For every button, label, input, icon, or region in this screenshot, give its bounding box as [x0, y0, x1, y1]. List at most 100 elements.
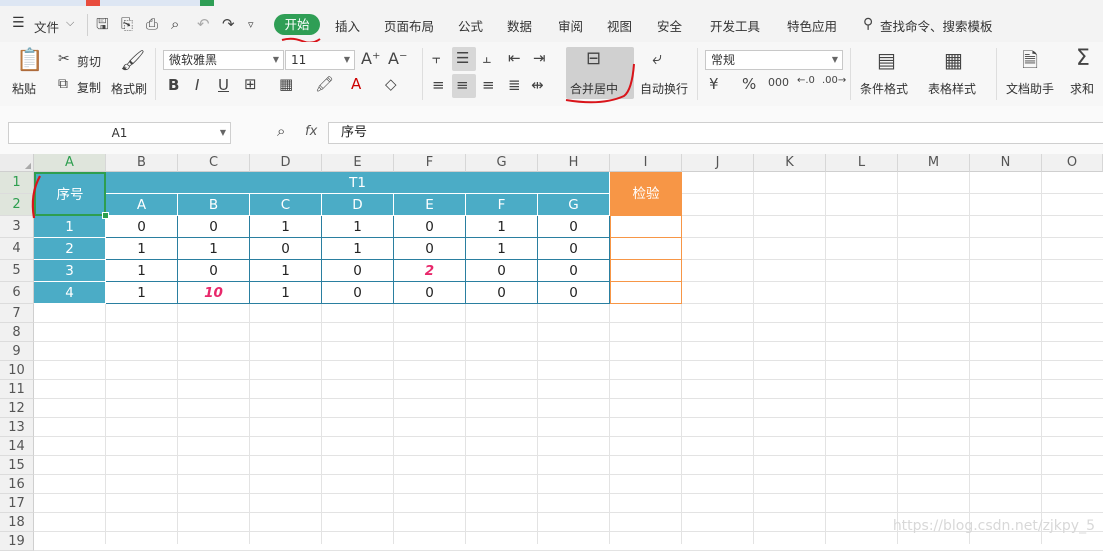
check-cell[interactable]	[610, 260, 682, 282]
tab-security[interactable]: 安全	[657, 16, 682, 35]
column-header-i[interactable]: I	[610, 154, 682, 172]
row-header[interactable]: 19	[0, 532, 34, 551]
decrease-font-icon[interactable]: A⁻	[388, 51, 407, 67]
doc-helper-icon[interactable]: 🗎	[1022, 50, 1038, 70]
data-cell[interactable]: 0	[538, 282, 610, 304]
row-header[interactable]: 18	[0, 513, 34, 532]
tab-home[interactable]: 开始	[274, 14, 320, 35]
search-icon[interactable]: ⚲	[863, 17, 873, 31]
increase-indent-icon[interactable]: ⇥	[533, 51, 546, 66]
conditional-format-button[interactable]: 条件格式	[860, 80, 908, 97]
sub-header-cell[interactable]: A	[106, 194, 178, 216]
row-header[interactable]: 11	[0, 380, 34, 399]
doc-helper-button[interactable]: 文档助手	[1006, 80, 1054, 97]
cell-style-icon[interactable]: ▦	[279, 77, 293, 92]
table-style-button[interactable]: 表格样式	[928, 80, 976, 97]
percent-icon[interactable]: %	[742, 77, 756, 92]
fill-handle[interactable]	[102, 212, 109, 219]
data-cell[interactable]: 1	[322, 216, 394, 238]
data-cell[interactable]: 1	[106, 282, 178, 304]
data-cell[interactable]: 1	[106, 238, 178, 260]
column-header-o[interactable]: O	[1042, 154, 1103, 172]
decrease-decimal-icon[interactable]: .00→	[822, 76, 846, 86]
column-header-n[interactable]: N	[970, 154, 1042, 172]
column-header-g[interactable]: G	[466, 154, 538, 172]
data-cell[interactable]: 0	[394, 216, 466, 238]
column-header-l[interactable]: L	[826, 154, 898, 172]
wrap-text-icon[interactable]: ⤶	[652, 50, 662, 68]
paste-icon[interactable]: 📋	[16, 50, 43, 72]
column-header-m[interactable]: M	[898, 154, 970, 172]
data-cell[interactable]: 0	[538, 238, 610, 260]
sub-header-cell[interactable]: G	[538, 194, 610, 216]
data-cell[interactable]: 1	[250, 282, 322, 304]
table-style-icon[interactable]: ▦	[944, 50, 963, 70]
fx-icon[interactable]: fx	[305, 124, 317, 139]
row-header[interactable]: 9	[0, 342, 34, 361]
row-header[interactable]: 5	[0, 260, 34, 282]
data-cell[interactable]: 0	[394, 238, 466, 260]
row-header[interactable]: 16	[0, 475, 34, 494]
data-cell[interactable]: 1	[322, 238, 394, 260]
border-icon[interactable]: ⊞	[244, 77, 257, 92]
tab-special-apps[interactable]: 特色应用	[787, 16, 837, 35]
data-cell[interactable]: 1	[466, 216, 538, 238]
save-icon[interactable]: 🖫	[96, 17, 109, 32]
data-cell[interactable]: 2	[394, 260, 466, 282]
font-color-icon[interactable]: A	[351, 77, 361, 92]
data-cell[interactable]: 0	[394, 282, 466, 304]
distributed-icon[interactable]: ⇹	[531, 78, 544, 93]
sub-header-cell[interactable]: D	[322, 194, 394, 216]
cut-button[interactable]: 剪切	[77, 53, 101, 70]
zoom-icon[interactable]: ⌕	[277, 124, 285, 139]
decrease-indent-icon[interactable]: ⇤	[508, 51, 521, 66]
column-header-h[interactable]: H	[538, 154, 610, 172]
column-header-j[interactable]: J	[682, 154, 754, 172]
tab-developer[interactable]: 开发工具	[710, 16, 760, 35]
row-header[interactable]: 12	[0, 399, 34, 418]
data-cell[interactable]: 0	[322, 260, 394, 282]
tab-insert[interactable]: 插入	[335, 16, 360, 35]
seq-cell[interactable]: 4	[34, 282, 106, 304]
font-size-select[interactable]: 11 ▼	[285, 50, 355, 70]
wrap-text-button[interactable]: 自动换行	[640, 80, 688, 97]
row-header[interactable]: 10	[0, 361, 34, 380]
data-cell[interactable]: 1	[466, 238, 538, 260]
sum-icon[interactable]: Σ	[1076, 48, 1090, 70]
data-cell[interactable]: 0	[538, 216, 610, 238]
check-cell[interactable]	[610, 216, 682, 238]
data-cell[interactable]: 1	[178, 238, 250, 260]
conditional-format-icon[interactable]: ▤	[877, 50, 896, 70]
tab-formulas[interactable]: 公式	[458, 16, 483, 35]
print-icon[interactable]: ⎙	[146, 17, 158, 32]
print-preview-icon[interactable]: ⌕	[171, 17, 179, 32]
row-header[interactable]: 14	[0, 437, 34, 456]
underline-icon[interactable]: U	[218, 78, 229, 93]
scissors-icon[interactable]: ✂	[58, 52, 70, 66]
check-cell[interactable]	[610, 282, 682, 304]
column-header-d[interactable]: D	[250, 154, 322, 172]
data-cell[interactable]: 10	[178, 282, 250, 304]
data-cell[interactable]: 1	[250, 216, 322, 238]
justify-icon[interactable]: ≣	[508, 78, 521, 93]
data-cell[interactable]: 0	[106, 216, 178, 238]
format-painter-button[interactable]: 格式刷	[111, 80, 147, 97]
t1-title-cell[interactable]: T1	[106, 172, 610, 194]
sum-button[interactable]: 求和	[1070, 80, 1094, 97]
export-icon[interactable]: ⎘	[121, 17, 133, 32]
data-cell[interactable]: 0	[250, 238, 322, 260]
sub-header-cell[interactable]: F	[466, 194, 538, 216]
seq-cell[interactable]: 1	[34, 216, 106, 238]
increase-font-icon[interactable]: A⁺	[361, 51, 380, 67]
row-header[interactable]: 7	[0, 304, 34, 323]
data-cell[interactable]: 1	[106, 260, 178, 282]
increase-decimal-icon[interactable]: ←.0	[797, 76, 815, 86]
data-cell[interactable]: 0	[178, 216, 250, 238]
column-header-f[interactable]: F	[394, 154, 466, 172]
data-cell[interactable]: 0	[538, 260, 610, 282]
seq-cell[interactable]: 2	[34, 238, 106, 260]
column-header-e[interactable]: E	[322, 154, 394, 172]
tab-data[interactable]: 数据	[507, 16, 532, 35]
column-header-k[interactable]: K	[754, 154, 826, 172]
customize-toolbar-icon[interactable]: ▿	[248, 19, 254, 30]
